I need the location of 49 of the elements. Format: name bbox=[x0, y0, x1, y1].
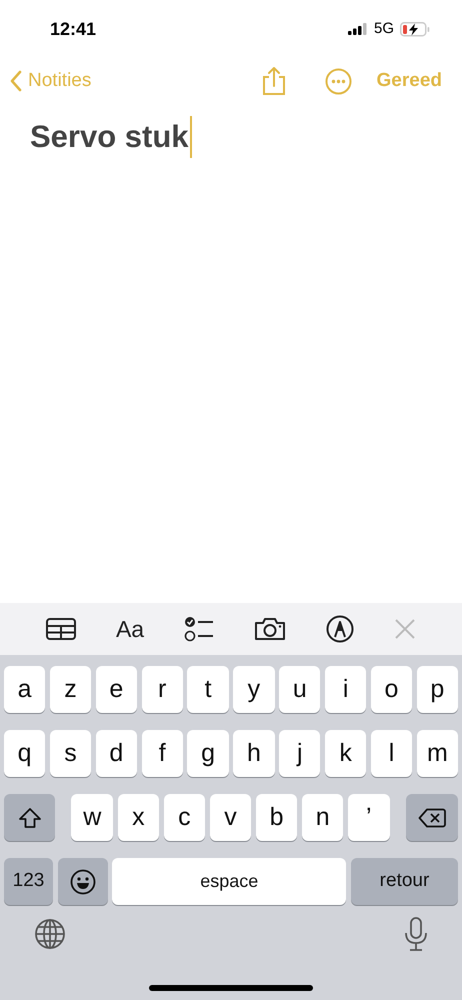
key[interactable]: d bbox=[96, 730, 137, 777]
microphone-icon[interactable] bbox=[404, 917, 428, 951]
signal-icon bbox=[348, 23, 368, 35]
key[interactable]: g bbox=[187, 730, 229, 777]
smiley-icon bbox=[70, 868, 96, 894]
key[interactable]: j bbox=[279, 730, 320, 777]
backspace-icon bbox=[418, 808, 446, 828]
text-format-button[interactable]: Aa bbox=[116, 612, 144, 646]
globe-icon[interactable] bbox=[34, 918, 66, 950]
key[interactable]: q bbox=[4, 730, 46, 777]
chevron-left-icon bbox=[10, 70, 22, 92]
key[interactable]: n bbox=[302, 794, 344, 841]
space-key[interactable]: espace bbox=[112, 858, 346, 905]
note-title[interactable]: Servo stuk bbox=[30, 114, 189, 160]
key[interactable]: e bbox=[96, 666, 137, 713]
key[interactable]: p bbox=[416, 666, 458, 713]
key[interactable]: h bbox=[233, 730, 275, 777]
key[interactable]: m bbox=[416, 730, 458, 777]
key[interactable]: i bbox=[325, 666, 366, 713]
key[interactable]: a bbox=[4, 666, 46, 713]
battery-icon bbox=[400, 22, 430, 36]
key[interactable]: u bbox=[279, 666, 320, 713]
time: 12:41 bbox=[50, 18, 96, 40]
camera-icon[interactable] bbox=[254, 617, 286, 641]
key[interactable]: v bbox=[210, 794, 252, 841]
shift-icon bbox=[18, 806, 42, 828]
pen-circle-icon[interactable] bbox=[326, 615, 354, 643]
key[interactable]: ’ bbox=[348, 794, 390, 841]
key[interactable]: f bbox=[142, 730, 183, 777]
shift-key[interactable] bbox=[4, 794, 55, 841]
key[interactable]: r bbox=[142, 666, 183, 713]
key[interactable]: k bbox=[325, 730, 366, 777]
checklist-icon[interactable] bbox=[184, 616, 214, 642]
key[interactable]: y bbox=[233, 666, 275, 713]
key[interactable]: t bbox=[187, 666, 229, 713]
network-label: 5G bbox=[374, 18, 394, 39]
key[interactable]: w bbox=[71, 794, 113, 841]
emoji-key[interactable] bbox=[58, 858, 108, 905]
numbers-key[interactable]: 123 bbox=[4, 858, 53, 905]
table-icon[interactable] bbox=[46, 618, 76, 640]
key[interactable]: z bbox=[50, 666, 92, 713]
key[interactable]: s bbox=[50, 730, 92, 777]
key[interactable]: o bbox=[370, 666, 412, 713]
key[interactable]: c bbox=[164, 794, 206, 841]
backspace-key[interactable] bbox=[406, 794, 458, 841]
key[interactable]: b bbox=[256, 794, 298, 841]
return-key[interactable]: retour bbox=[351, 858, 458, 905]
key[interactable]: x bbox=[118, 794, 160, 841]
key[interactable]: l bbox=[370, 730, 412, 777]
